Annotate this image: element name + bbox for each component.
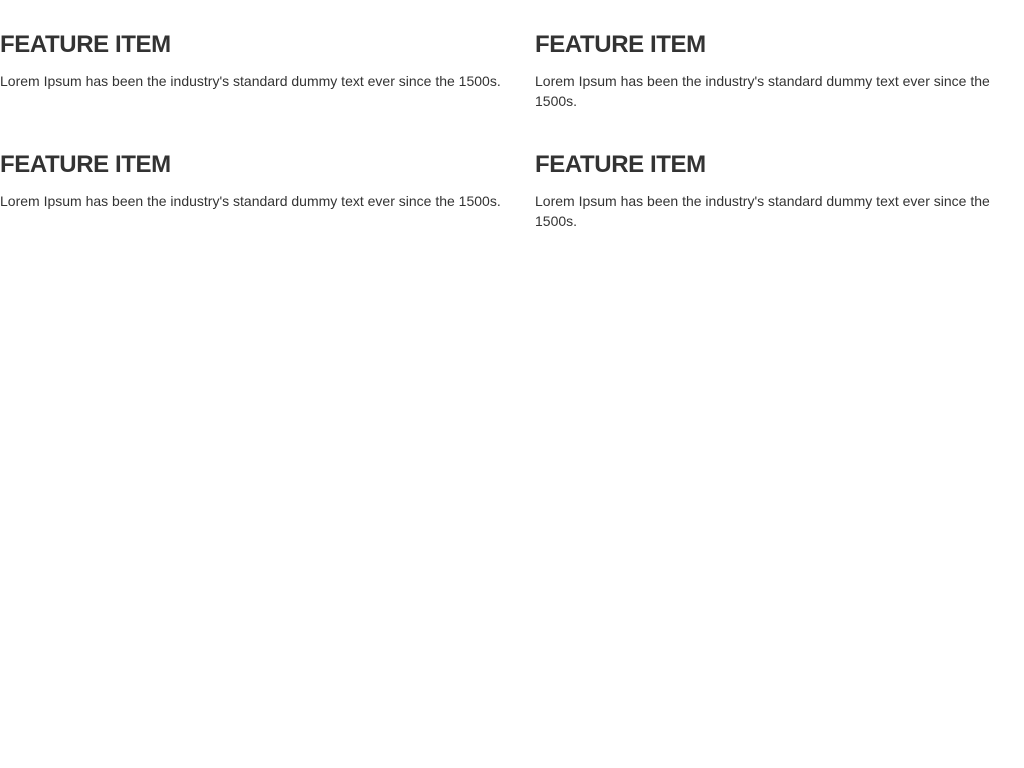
feature-title: FEATURE ITEM [535,151,706,178]
features-grid: FEATURE ITEM Lorem Ipsum has been the in… [0,0,1024,270]
feature-description: Lorem Ipsum has been the industry's stan… [535,73,990,109]
feature-title: FEATURE ITEM [0,31,171,58]
feature-item: FEATURE ITEM Lorem Ipsum has been the in… [535,30,1024,150]
feature-title: FEATURE ITEM [535,31,706,58]
feature-item: FEATURE ITEM Lorem Ipsum has been the in… [535,150,1024,270]
feature-description: Lorem Ipsum has been the industry's stan… [0,193,501,209]
feature-description: Lorem Ipsum has been the industry's stan… [0,73,501,89]
feature-item: FEATURE ITEM Lorem Ipsum has been the in… [0,150,535,270]
feature-title: FEATURE ITEM [0,151,171,178]
feature-item: FEATURE ITEM Lorem Ipsum has been the in… [0,30,535,150]
feature-description: Lorem Ipsum has been the industry's stan… [535,193,990,229]
